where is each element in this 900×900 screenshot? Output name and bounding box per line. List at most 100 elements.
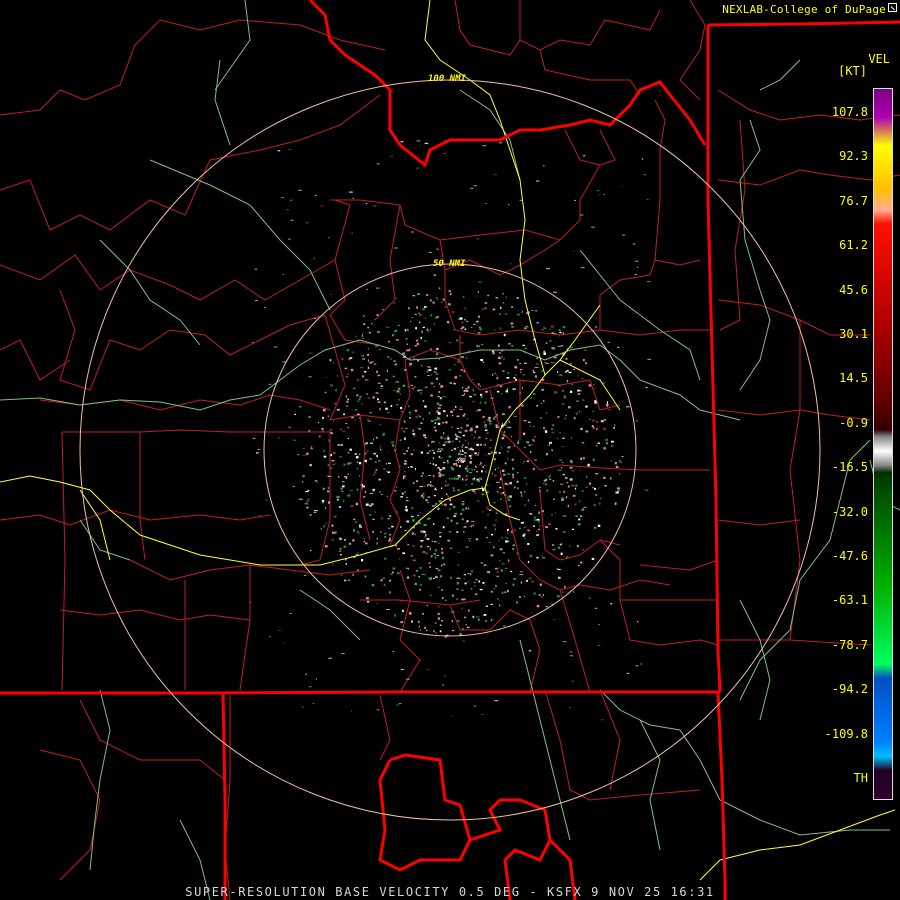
- echo-speck: [346, 349, 350, 352]
- echo-speck: [422, 472, 424, 475]
- echo-speck: [411, 231, 414, 233]
- echo-speck: [435, 567, 438, 570]
- echo-speck: [353, 529, 355, 532]
- echo-speck: [460, 406, 462, 408]
- echo-speck: [351, 232, 353, 234]
- echo-speck: [437, 569, 441, 571]
- echo-speck: [396, 704, 400, 706]
- echo-speck: [538, 594, 541, 596]
- echo-speck: [486, 506, 488, 508]
- echo-speck: [437, 450, 440, 453]
- echo-speck: [420, 336, 422, 340]
- echo-speck: [401, 492, 404, 495]
- echo-speck: [398, 703, 402, 704]
- echo-speck: [432, 457, 434, 459]
- echo-speck: [380, 579, 383, 582]
- echo-speck: [390, 573, 393, 575]
- echo-speck: [470, 468, 472, 470]
- echo-speck: [577, 565, 580, 566]
- echo-speck: [396, 381, 399, 383]
- echo-speck: [437, 395, 440, 398]
- echo-speck: [565, 357, 568, 360]
- echo-speck: [554, 391, 558, 394]
- echo-speck: [366, 288, 369, 290]
- echo-speck: [412, 432, 416, 435]
- echo-speck: [454, 512, 457, 515]
- external-link-icon[interactable]: [888, 3, 897, 12]
- echo-speck: [379, 490, 381, 493]
- echo-speck: [439, 624, 442, 626]
- echo-speck: [516, 480, 519, 483]
- echo-speck: [470, 434, 474, 436]
- echo-speck: [513, 415, 517, 417]
- echo-speck: [451, 620, 453, 623]
- echo-speck: [349, 357, 353, 360]
- echo-speck: [367, 354, 369, 356]
- echo-speck: [339, 554, 342, 556]
- echo-speck: [559, 432, 561, 434]
- echo-speck: [345, 559, 347, 561]
- echo-speck: [437, 466, 441, 469]
- echo-speck: [584, 349, 587, 351]
- echo-speck: [504, 473, 507, 475]
- echo-speck: [607, 409, 612, 411]
- echo-speck: [378, 460, 381, 462]
- echo-speck: [592, 458, 595, 461]
- echo-speck: [527, 421, 531, 423]
- echo-speck: [508, 421, 510, 423]
- echo-speck: [358, 462, 362, 465]
- echo-speck: [542, 557, 546, 559]
- echo-speck: [370, 503, 374, 506]
- echo-speck: [470, 447, 473, 451]
- colorbar-label: 61.2: [839, 238, 868, 253]
- echo-speck: [581, 377, 584, 380]
- echo-speck: [389, 579, 392, 582]
- echo-speck: [412, 559, 416, 561]
- echo-speck: [413, 449, 415, 451]
- echo-speck: [536, 534, 539, 537]
- echo-speck: [569, 467, 573, 469]
- echo-speck: [424, 142, 429, 144]
- echo-speck: [455, 405, 457, 408]
- echo-speck: [380, 448, 382, 451]
- echo-speck: [488, 447, 492, 449]
- echo-speck: [406, 349, 409, 352]
- echo-speck: [288, 148, 291, 150]
- echo-speck: [434, 622, 437, 624]
- echo-speck: [359, 453, 361, 456]
- echo-speck: [336, 495, 340, 499]
- echo-speck: [421, 495, 423, 497]
- echo-speck: [551, 449, 553, 452]
- echo-speck: [305, 500, 309, 503]
- echo-speck: [357, 552, 360, 554]
- echo-speck: [533, 371, 536, 374]
- echo-speck: [464, 307, 467, 310]
- echo-speck: [459, 440, 461, 443]
- echo-speck: [420, 451, 423, 454]
- echo-speck: [352, 539, 355, 542]
- echo-speck: [405, 500, 409, 502]
- echo-speck: [419, 415, 422, 418]
- echo-speck: [486, 507, 489, 510]
- echo-speck: [494, 528, 496, 531]
- echo-speck: [476, 454, 479, 456]
- echo-speck: [563, 490, 565, 493]
- echo-speck: [314, 510, 318, 511]
- echo-speck: [407, 568, 409, 570]
- echo-speck: [434, 429, 437, 432]
- echo-speck: [585, 430, 589, 433]
- echo-speck: [558, 576, 561, 579]
- echo-speck: [495, 424, 498, 427]
- echo-speck: [353, 518, 356, 521]
- echo-speck: [379, 407, 381, 411]
- echo-speck: [441, 589, 444, 591]
- echo-speck: [569, 478, 573, 481]
- echo-speck: [539, 583, 542, 586]
- echo-speck: [505, 582, 507, 585]
- echo-speck: [453, 382, 456, 385]
- echo-speck: [347, 452, 350, 454]
- echo-speck: [450, 576, 452, 579]
- echo-speck: [449, 498, 451, 502]
- echo-speck: [512, 476, 514, 479]
- echo-speck: [459, 408, 463, 410]
